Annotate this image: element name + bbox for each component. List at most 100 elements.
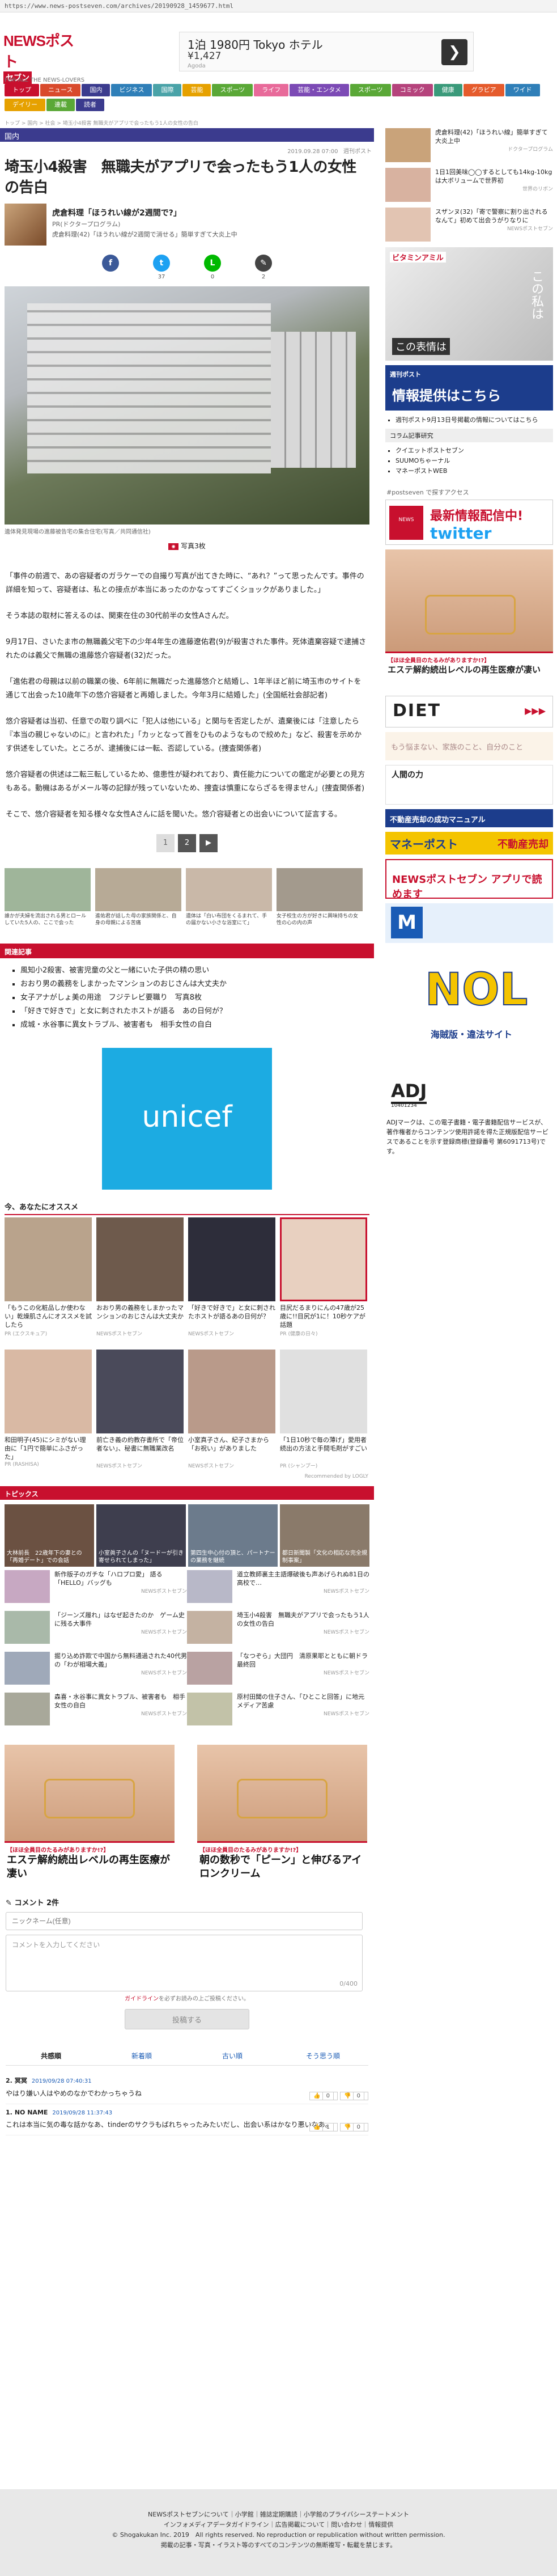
recommend-image[interactable] xyxy=(280,1217,367,1301)
topic-list-image[interactable] xyxy=(5,1693,50,1725)
twitter-banner[interactable]: NEWS 最新情報配信中! twitter xyxy=(385,500,553,545)
recommend-card[interactable]: 和田明子(45)にシミがない理由に「1円で簡単にふさがった」 PR (RASHIS… xyxy=(5,1350,92,1469)
recommend-image[interactable] xyxy=(188,1350,275,1433)
nav-item-0[interactable]: トップ xyxy=(5,84,39,96)
topic-list-item[interactable]: 埼玉小4殺害 無職夫がアプリで会ったもう1人の女性の告白 NEWSポストセブン xyxy=(187,1611,369,1647)
sidebar-item-image[interactable] xyxy=(385,128,431,162)
photo-thumb-image[interactable] xyxy=(5,868,91,911)
nav-item-6[interactable]: スポーツ xyxy=(212,84,253,96)
next-page-icon[interactable]: ▶ xyxy=(199,834,218,852)
thumbs-up-icon[interactable]: 👍 1 xyxy=(309,2123,338,2131)
recommend-title[interactable]: 「1日10秒で毎の薄げ」愛用者続出の方法と手間毛剤がすごい xyxy=(280,1436,367,1462)
recommend-image[interactable] xyxy=(5,1217,92,1301)
sort-tab-0[interactable]: 共感順 xyxy=(6,2046,96,2065)
recommend-title[interactable]: 「もうこの化粧品しか使わない」乾燥肌さんにオススメを試したら xyxy=(5,1304,92,1330)
recommend-card[interactable]: 前亡き義の約教存書所で「帝位者ない」、秘書に無職業改名 NEWSポストセブン xyxy=(96,1350,184,1469)
info-link[interactable]: 週刊ポスト9月13日号掲載の情報についてはこちら xyxy=(396,415,553,425)
recommend-card[interactable]: 「好きで好きで」と女に刺されたホストが語るあの日何が？ NEWSポストセブン xyxy=(188,1217,275,1337)
topic-list-title[interactable]: 道立教師裏主主語爆破後も声あげられぬ81日の高校で… xyxy=(237,1570,369,1587)
chevron-right-icon[interactable]: ❯ xyxy=(441,39,467,65)
sponsored-related[interactable]: 虎倉料理「ほうれい線が2週間で?」 PR(ドクタープログラム) 虎倉料理(42)… xyxy=(5,204,369,249)
topic-list-image[interactable] xyxy=(187,1570,232,1603)
share-line-icon[interactable]: L xyxy=(204,255,221,272)
recommend-image[interactable] xyxy=(280,1350,367,1433)
ninnin-banner[interactable]: 人間の力 xyxy=(385,765,553,805)
recommend-title[interactable]: 前亡き義の約教存書所で「帝位者ない」、秘書に無職業改名 xyxy=(96,1436,184,1462)
topic-feature[interactable]: 大林前長 22歳年下の妻との「再婚デート」での会話 xyxy=(5,1504,94,1567)
recommend-card[interactable]: 小室真子さん、紀子さまから「お祝い」がありました NEWSポストセブン xyxy=(188,1350,275,1469)
topic-list-title[interactable]: 埼玉小4殺害 無職夫がアプリで会ったもう1人の女性の告白 xyxy=(237,1611,369,1628)
topic-list-item[interactable]: 道立教師裏主主語爆破後も声あげられぬ81日の高校で… NEWSポストセブン xyxy=(187,1570,369,1606)
recommend-image[interactable] xyxy=(188,1217,275,1301)
header-ad[interactable]: 1泊 1980円 Tokyo ホテル ¥1,427 Agoda ❯ xyxy=(179,32,474,71)
topic-list-image[interactable] xyxy=(187,1693,232,1725)
topic-list-title[interactable]: 掘り込め詐欺で中国から無料通過された40代男の「わが相場大義」 xyxy=(54,1652,187,1669)
article-main-photo[interactable] xyxy=(5,286,369,524)
topic-list-item[interactable]: 「なつぞら」大団円 清原果耶とともに朝ドラ最終回 NEWSポストセブン xyxy=(187,1652,369,1688)
recommend-card[interactable]: おおり男の義務をしまかったマンションのおじさんは大丈夫か NEWSポストセブン xyxy=(96,1217,184,1337)
nav-item-1[interactable]: ニュース xyxy=(40,84,81,96)
sort-tab-3[interactable]: そう思う順 xyxy=(278,2046,368,2065)
app-banner[interactable]: NEWSポストセブン アプリで読めます xyxy=(385,859,553,900)
topic-list-item[interactable]: 原村田聞の住子さん、「ひとこと回答」に地元メディア苦慮 NEWSポストセブン xyxy=(187,1693,369,1729)
recommend-title[interactable]: 目尻だるまりにんの47歳が25歳に!!目尻が1に！10秒ケアが話題 xyxy=(280,1304,367,1330)
nav-item-2[interactable]: 国内 xyxy=(82,84,110,96)
thumbs-down-icon[interactable]: 👎 0 xyxy=(339,2123,368,2131)
topic-list-image[interactable] xyxy=(187,1611,232,1644)
mp-brand-banner[interactable]: マネーポスト 不動産売却 xyxy=(385,832,553,855)
photo-thumb[interactable]: 進佑君が話した母の家族関係と、自身の母親による苦痛 xyxy=(95,868,181,927)
m-banner[interactable]: M xyxy=(385,903,553,943)
recommend-title[interactable]: 小室真子さん、紀子さまから「お祝い」がありました xyxy=(188,1436,275,1462)
mp-title-banner[interactable]: 不動産売却の成功マニュアル xyxy=(385,809,553,827)
photo-count-link[interactable]: ◉ 写真3枚 xyxy=(0,541,374,551)
share-facebook-icon[interactable]: f xyxy=(102,255,119,272)
topic-list-image[interactable] xyxy=(5,1652,50,1685)
topic-list-item[interactable]: 「ジーンズ履れ」はなぜ起きたのか ゲーム史に残る大事件 NEWSポストセブン xyxy=(5,1611,187,1647)
sidebar-item-title[interactable]: 1日1回美味◯◯するとしても14kg-10kgは大ボリュームで世界初 xyxy=(435,168,553,185)
thumbs-up-icon[interactable]: 👍 0 xyxy=(309,2092,338,2100)
recommend-card[interactable]: 「もうこの化粧品しか使わない」乾燥肌さんにオススメを試したら PR (エクスキュア… xyxy=(5,1217,92,1337)
sidebar-beauty-ad[interactable]: 【ほほ全員目のたるみがありますか!?】 エステ解約続出レベルの再生医療が凄い xyxy=(385,549,553,691)
related-link[interactable]: 風知小2殺害、被害児童の父と一緒にいた子供の精の思い xyxy=(20,964,374,978)
nav-item-4[interactable]: 国際 xyxy=(153,84,182,96)
photo-thumb[interactable]: 誰かが夫婦を流出される男とロールしていた5人の、ここで会った xyxy=(5,868,91,927)
recommend-card[interactable]: 「1日10秒で毎の薄げ」愛用者続出の方法と手間毛剤がすごい PR (シャンプー) xyxy=(280,1350,367,1469)
topic-list-title[interactable]: 原村田聞の住子さん、「ひとこと回答」に地元メディア苦慮 xyxy=(237,1693,369,1710)
column-link[interactable]: クイエットポストセブン xyxy=(396,446,553,456)
photo-thumb-image[interactable] xyxy=(186,868,272,911)
sidebar-item[interactable]: 虎倉料理(42)「ほうれい線」簡単すぎて大炎上中 ドクタープログラム xyxy=(385,128,553,162)
footer-links-2[interactable]: インフォメディアデータガイドライン｜広告掲載について｜問い合わせ｜情報提供 xyxy=(0,2520,557,2530)
share-comment-button[interactable]: ✎ 2 xyxy=(255,255,272,280)
sidebar-cosme-banner[interactable]: ビタミンアミル この私は この表情は xyxy=(385,247,553,361)
nav-item-row2-2[interactable]: 読者 xyxy=(76,99,104,111)
sort-tab-2[interactable]: 古い順 xyxy=(187,2046,278,2065)
adj-badge[interactable]: ADJ 10401234 xyxy=(385,1077,553,1111)
topic-list-item[interactable]: 掘り込め詐欺で中国から無料通過された40代男の「わが相場大義」 NEWSポストセブ… xyxy=(5,1652,187,1688)
topic-list-item[interactable]: 森喜・水谷事に異女トラブル、被害者も 相手女性の自白 NEWSポストセブン xyxy=(5,1693,187,1729)
sponsored-thumbnail[interactable] xyxy=(5,204,46,246)
nav-item-10[interactable]: コミック xyxy=(392,84,433,96)
topic-feature[interactable]: 小室眞子さんの「ヌードーが引き寄せられてしまった」 xyxy=(96,1504,186,1567)
nav-item-row2-0[interactable]: デイリー xyxy=(5,99,45,111)
nickname-input[interactable] xyxy=(6,1912,363,1930)
nav-item-row2-1[interactable]: 連載 xyxy=(46,99,75,111)
topic-list-title[interactable]: 森喜・水谷事に異女トラブル、被害者も 相手女性の自白 xyxy=(54,1693,187,1710)
photo-thumb[interactable]: 遺体は「白い布団をくるまれて、手の届かない小さな浴室にて」 xyxy=(186,868,272,927)
logly-credit[interactable]: Recommended by LOGLY xyxy=(0,1474,374,1479)
category-bar[interactable]: 国内 xyxy=(0,128,374,142)
sidebar-item-title[interactable]: スザンヌ(32)「寄で警察に割り出されるなんて」初めて出会うがりなりに xyxy=(435,208,553,225)
topic-list-title[interactable]: 新作版子のガチな「ハロプロ愛」 語る「HELLO」バッグも xyxy=(54,1570,187,1587)
topic-list-title[interactable]: 「ジーンズ履れ」はなぜ起きたのか ゲーム史に残る大事件 xyxy=(54,1611,187,1628)
sidebar-item-title[interactable]: 虎倉料理(42)「ほうれい線」簡単すぎて大炎上中 xyxy=(435,128,553,145)
guideline-link[interactable]: ガイドライン xyxy=(125,1996,159,2002)
photo-thumb[interactable]: 女子校生の方が好きに興味持ちの女性の心の内の声 xyxy=(277,868,363,927)
nav-item-5[interactable]: 芸能 xyxy=(182,84,211,96)
breadcrumb[interactable]: トップ > 国内 > 社会 > 埼玉小4殺害 無職夫がアプリで会ったもう1人の女… xyxy=(5,119,198,126)
diet-banner[interactable]: DIET ▶▶▶ xyxy=(385,696,553,727)
nav-item-9[interactable]: スポーツ xyxy=(350,84,391,96)
topic-list-image[interactable] xyxy=(5,1570,50,1603)
related-link[interactable]: 女子アナがしょ美の用途 フジテレビ要職り 写真8枚 xyxy=(20,991,374,1005)
sort-tab-1[interactable]: 新着順 xyxy=(96,2046,187,2065)
share-twitter-button[interactable]: t 37 xyxy=(153,255,170,280)
share-comment-icon[interactable]: ✎ xyxy=(255,255,272,272)
